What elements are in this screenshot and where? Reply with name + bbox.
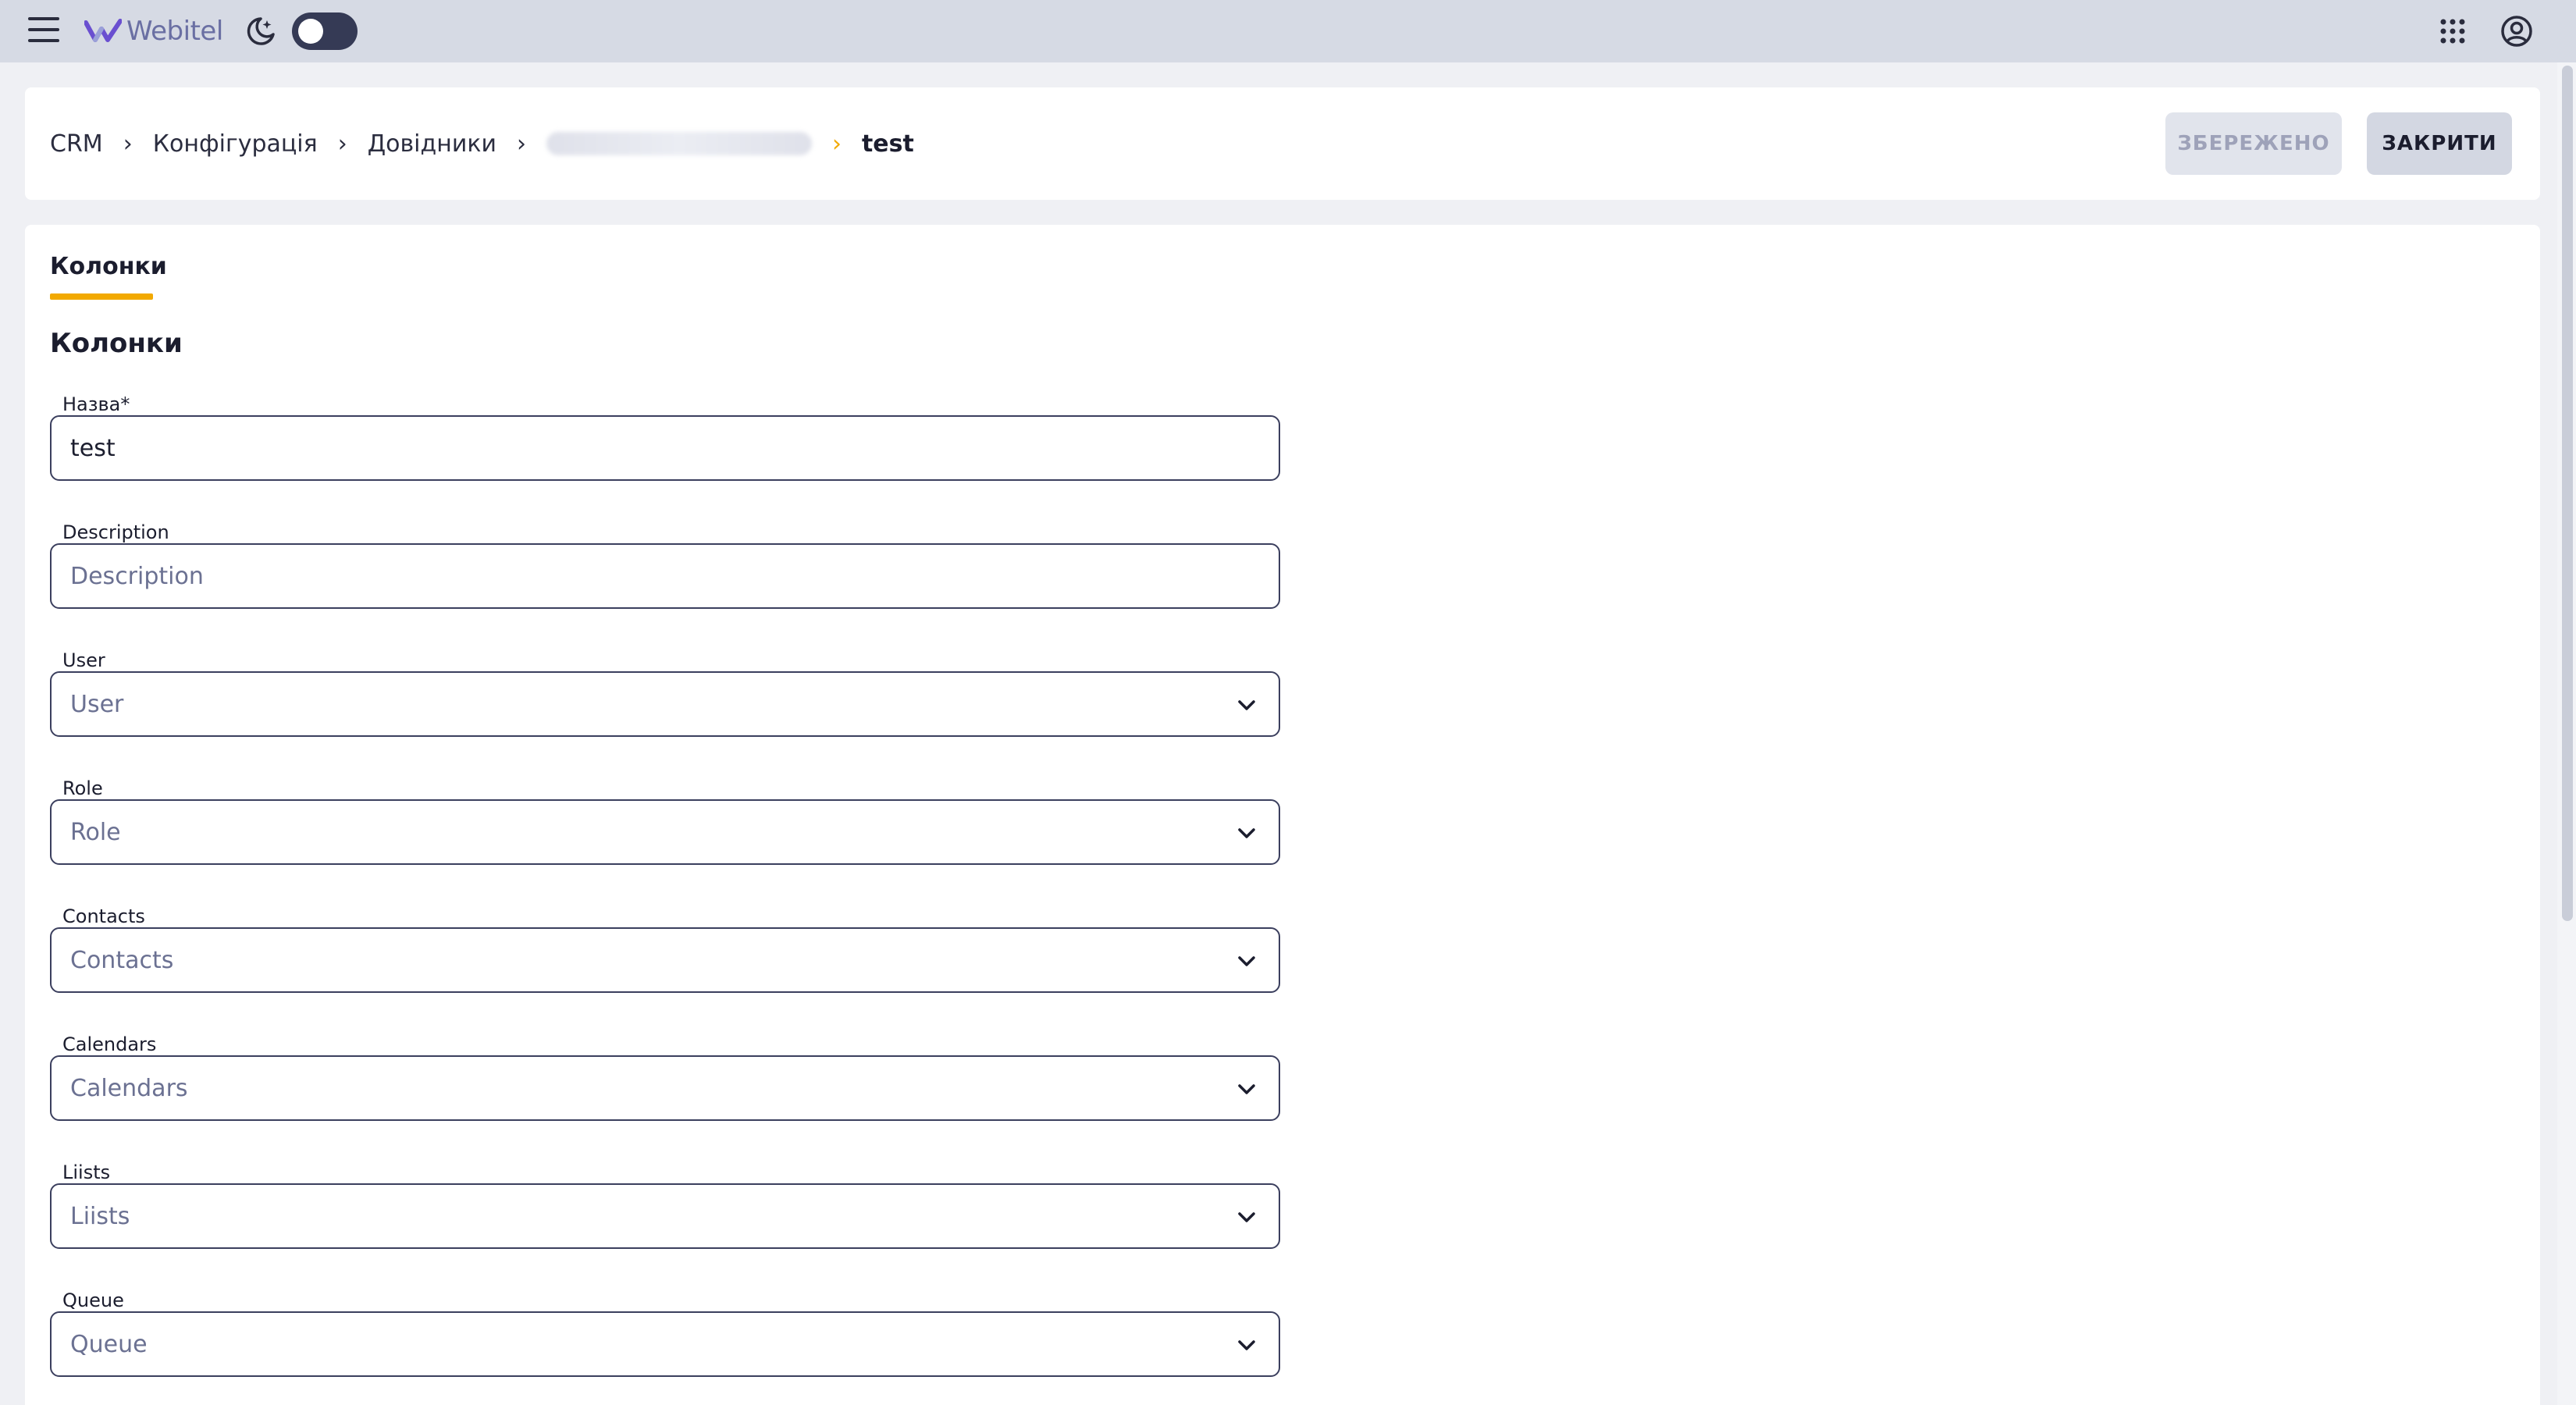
chevron-down-icon[interactable] xyxy=(1235,1077,1258,1101)
moon-stars-icon[interactable] xyxy=(244,14,278,48)
chevron-down-icon[interactable] xyxy=(1235,693,1258,717)
field-placeholder: Description xyxy=(70,562,204,590)
chevron-down-icon[interactable] xyxy=(1235,1205,1258,1229)
app-bar: Webitel xyxy=(0,0,2576,62)
saved-button[interactable]: ЗБЕРЕЖЕНО xyxy=(2165,112,2342,175)
active-tab-indicator xyxy=(50,293,153,300)
role-select[interactable]: Role xyxy=(50,799,1280,865)
header-card: CRM › Конфігурація › Довідники › › test … xyxy=(25,87,2540,200)
breadcrumb-blurred-item[interactable] xyxy=(546,132,812,155)
breadcrumb-separator: › xyxy=(337,130,347,158)
breadcrumb-configuration[interactable]: Конфігурація xyxy=(153,130,318,158)
calendars-select[interactable]: Calendars xyxy=(50,1055,1280,1121)
field-placeholder: Queue xyxy=(70,1330,148,1358)
breadcrumb-current: test xyxy=(861,130,914,158)
breadcrumb-dictionaries[interactable]: Довідники xyxy=(368,130,496,158)
field-placeholder: User xyxy=(70,690,124,718)
chevron-down-icon[interactable] xyxy=(1235,1333,1258,1357)
field-label: Calendars xyxy=(62,1033,157,1055)
section-title: Колонки xyxy=(50,328,183,359)
field-placeholder: Role xyxy=(70,818,121,846)
name-input[interactable]: test xyxy=(50,415,1280,481)
lists-select[interactable]: Liists xyxy=(50,1183,1280,1249)
dark-mode-toggle[interactable] xyxy=(292,12,358,50)
field-placeholder: Contacts xyxy=(70,946,174,974)
breadcrumb: CRM › Конфігурація › Довідники › › test xyxy=(50,87,914,200)
field-label: Role xyxy=(62,777,103,799)
close-button[interactable]: ЗАКРИТИ xyxy=(2367,112,2512,175)
tab-columns[interactable]: Колонки xyxy=(50,253,167,280)
queue-select[interactable]: Queue xyxy=(50,1311,1280,1377)
scrollbar-thumb[interactable] xyxy=(2562,66,2573,921)
breadcrumb-separator: › xyxy=(831,130,841,158)
contacts-select[interactable]: Contacts xyxy=(50,927,1280,993)
chevron-down-icon[interactable] xyxy=(1235,821,1258,845)
breadcrumb-separator: › xyxy=(516,130,526,158)
app-logo[interactable]: Webitel xyxy=(84,14,223,48)
field-placeholder: Calendars xyxy=(70,1074,188,1102)
field-label: Queue xyxy=(62,1289,124,1311)
logo-text: Webitel xyxy=(126,16,223,47)
hamburger-menu-icon[interactable] xyxy=(28,17,59,45)
field-label: Liists xyxy=(62,1161,111,1183)
field-label: User xyxy=(62,649,105,671)
main-card: Колонки Колонки Назва* test Description … xyxy=(25,225,2540,1405)
field-placeholder: Liists xyxy=(70,1202,130,1230)
account-circle-icon[interactable] xyxy=(2500,14,2534,48)
webitel-logo-icon xyxy=(84,19,122,42)
field-label: Contacts xyxy=(62,905,145,927)
breadcrumb-crm[interactable]: CRM xyxy=(50,130,103,158)
field-label: Description xyxy=(62,521,169,543)
field-value: test xyxy=(70,434,116,462)
description-input[interactable]: Description xyxy=(50,543,1280,609)
field-label: Назва* xyxy=(62,393,130,415)
apps-grid-icon[interactable] xyxy=(2439,17,2467,45)
toggle-knob xyxy=(298,19,323,44)
breadcrumb-separator: › xyxy=(123,130,133,158)
user-select[interactable]: User xyxy=(50,671,1280,737)
chevron-down-icon[interactable] xyxy=(1235,949,1258,973)
